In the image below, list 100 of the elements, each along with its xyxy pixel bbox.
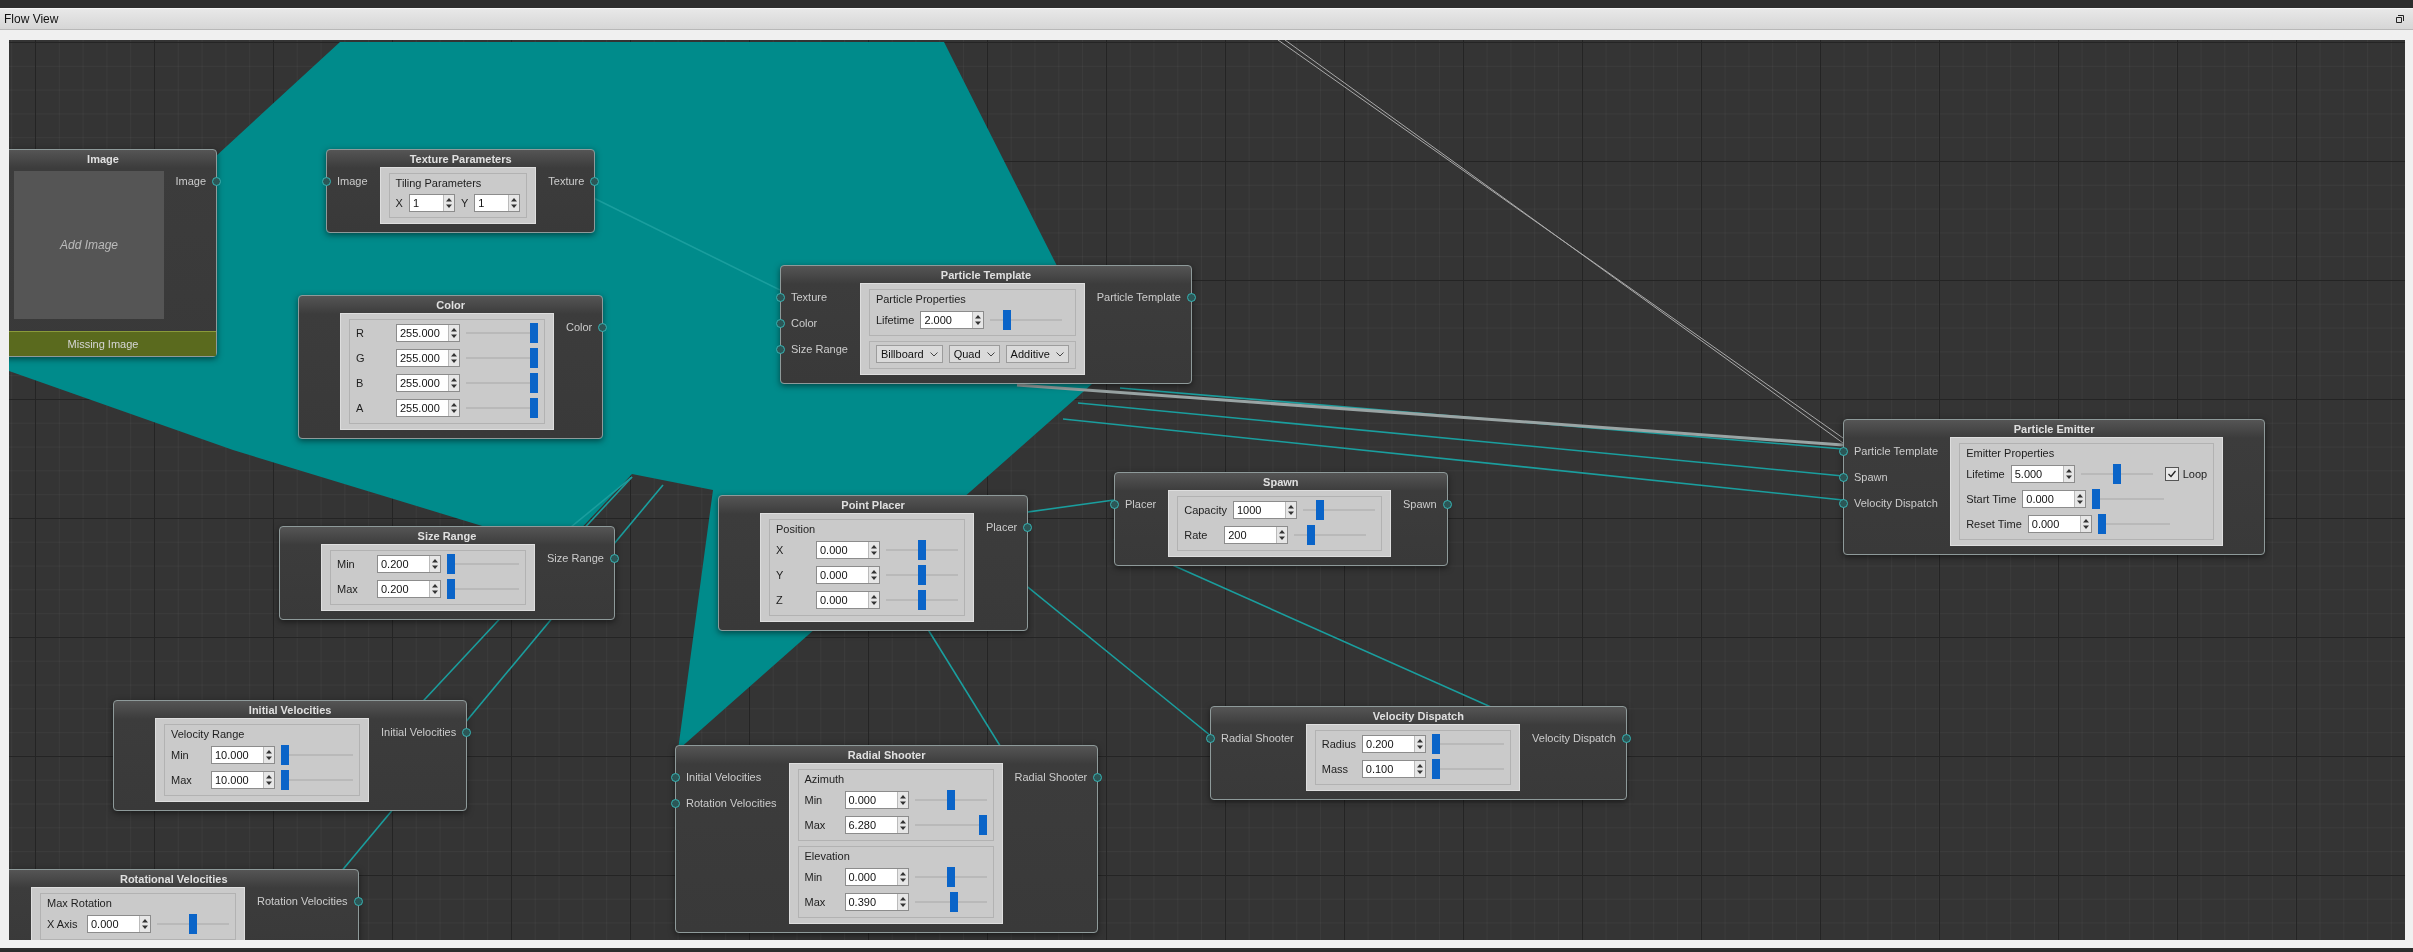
number-field[interactable]: 0.200 bbox=[1362, 735, 1427, 753]
spin-arrows-icon[interactable] bbox=[429, 556, 440, 572]
slider-thumb[interactable] bbox=[530, 348, 538, 368]
spin-arrows-icon[interactable] bbox=[896, 894, 908, 910]
slider-thumb[interactable] bbox=[2097, 514, 2106, 534]
spin-arrows-icon[interactable] bbox=[1276, 527, 1288, 543]
output-port[interactable] bbox=[1621, 733, 1631, 743]
output-port[interactable] bbox=[1023, 522, 1033, 532]
slider-track[interactable] bbox=[1294, 525, 1367, 545]
input-port[interactable] bbox=[776, 344, 785, 354]
number-field[interactable]: 6.280 bbox=[844, 816, 909, 834]
number-field[interactable]: 0.000 bbox=[816, 591, 880, 609]
number-field[interactable]: 1 bbox=[408, 194, 455, 212]
input-port[interactable] bbox=[776, 292, 785, 302]
number-field[interactable]: 255.000 bbox=[396, 349, 460, 367]
slider-thumb[interactable] bbox=[530, 398, 538, 418]
slider-thumb[interactable] bbox=[2092, 489, 2101, 509]
input-port[interactable] bbox=[776, 318, 785, 328]
slider-track[interactable] bbox=[466, 323, 538, 343]
restore-icon[interactable] bbox=[2395, 14, 2405, 24]
slider-track[interactable] bbox=[2092, 489, 2165, 509]
slider-thumb[interactable] bbox=[949, 892, 958, 912]
slider-track[interactable] bbox=[447, 579, 519, 599]
output-port[interactable] bbox=[462, 727, 472, 737]
slider-track[interactable] bbox=[886, 590, 958, 610]
node-card[interactable]: Color R 255.000 G 255.000 B 255.000 A 255.000 Color bbox=[298, 295, 604, 439]
image-drop-area[interactable]: Add Image bbox=[14, 171, 164, 319]
number-field[interactable]: 10.000 bbox=[211, 771, 275, 789]
number-field[interactable]: 0.390 bbox=[844, 893, 909, 911]
spin-arrows-icon[interactable] bbox=[1413, 761, 1425, 777]
spin-arrows-icon[interactable] bbox=[263, 747, 274, 763]
number-field[interactable]: 0.000 bbox=[844, 868, 909, 886]
dropdown[interactable]: Quad bbox=[948, 345, 1000, 363]
number-field[interactable]: 0.100 bbox=[1361, 760, 1426, 778]
output-port[interactable] bbox=[353, 896, 363, 906]
slider-track[interactable] bbox=[157, 914, 229, 934]
dropdown[interactable]: Additive bbox=[1005, 345, 1069, 363]
output-port[interactable] bbox=[212, 176, 221, 186]
number-field[interactable]: 1 bbox=[474, 194, 521, 212]
slider-track[interactable] bbox=[990, 310, 1063, 330]
input-port[interactable] bbox=[1839, 498, 1848, 508]
spin-arrows-icon[interactable] bbox=[2079, 516, 2091, 532]
slider-thumb[interactable] bbox=[1315, 500, 1324, 520]
input-port[interactable] bbox=[1206, 733, 1215, 743]
slider-thumb[interactable] bbox=[530, 373, 538, 393]
input-port[interactable] bbox=[671, 798, 680, 808]
number-field[interactable]: 0.000 bbox=[2022, 490, 2087, 508]
slider-thumb[interactable] bbox=[530, 323, 538, 343]
spin-arrows-icon[interactable] bbox=[1414, 736, 1426, 752]
number-field[interactable]: 0.000 bbox=[844, 791, 909, 809]
spin-arrows-icon[interactable] bbox=[448, 375, 459, 391]
input-port[interactable] bbox=[1110, 499, 1119, 509]
number-field[interactable]: 255.000 bbox=[396, 399, 460, 417]
output-port[interactable] bbox=[590, 176, 600, 186]
spin-arrows-icon[interactable] bbox=[442, 195, 454, 211]
slider-track[interactable] bbox=[1303, 500, 1375, 520]
slider-track[interactable] bbox=[1431, 759, 1504, 779]
slider-thumb[interactable] bbox=[918, 540, 926, 560]
slider-track[interactable] bbox=[914, 867, 987, 887]
checkbox[interactable]: Loop bbox=[2164, 467, 2208, 481]
spin-arrows-icon[interactable] bbox=[263, 772, 274, 788]
slider-track[interactable] bbox=[466, 348, 538, 368]
slider-thumb[interactable] bbox=[978, 815, 987, 835]
slider-thumb[interactable] bbox=[918, 565, 926, 585]
number-field[interactable]: 10.000 bbox=[211, 746, 275, 764]
output-port[interactable] bbox=[1442, 499, 1452, 509]
spin-arrows-icon[interactable] bbox=[139, 916, 150, 932]
spin-arrows-icon[interactable] bbox=[896, 869, 908, 885]
slider-track[interactable] bbox=[914, 892, 987, 912]
spin-arrows-icon[interactable] bbox=[429, 581, 440, 597]
slider-thumb[interactable] bbox=[281, 770, 289, 790]
input-port[interactable] bbox=[1839, 472, 1848, 482]
number-field[interactable]: 0.200 bbox=[377, 580, 441, 598]
input-port[interactable] bbox=[1839, 446, 1848, 456]
slider-track[interactable] bbox=[1432, 734, 1505, 754]
input-port[interactable] bbox=[322, 176, 331, 186]
dropdown[interactable]: Billboard bbox=[875, 345, 943, 363]
spin-arrows-icon[interactable] bbox=[1285, 502, 1296, 518]
number-field[interactable]: 0.000 bbox=[87, 915, 151, 933]
slider-thumb[interactable] bbox=[1307, 525, 1315, 545]
spin-arrows-icon[interactable] bbox=[448, 350, 459, 366]
spin-arrows-icon[interactable] bbox=[508, 195, 520, 211]
output-port[interactable] bbox=[609, 553, 619, 563]
output-port[interactable] bbox=[598, 322, 608, 332]
spin-arrows-icon[interactable] bbox=[972, 312, 984, 328]
spin-arrows-icon[interactable] bbox=[896, 792, 908, 808]
spin-arrows-icon[interactable] bbox=[868, 542, 879, 558]
slider-track[interactable] bbox=[466, 373, 538, 393]
number-field[interactable]: 255.000 bbox=[396, 374, 460, 392]
spin-arrows-icon[interactable] bbox=[448, 400, 459, 416]
slider-thumb[interactable] bbox=[1432, 734, 1441, 754]
spin-arrows-icon[interactable] bbox=[868, 592, 879, 608]
slider-thumb[interactable] bbox=[447, 554, 455, 574]
slider-thumb[interactable] bbox=[946, 867, 955, 887]
slider-thumb[interactable] bbox=[2112, 464, 2121, 484]
number-field[interactable]: 2.000 bbox=[920, 311, 985, 329]
number-field[interactable]: 255.000 bbox=[396, 324, 460, 342]
spin-arrows-icon[interactable] bbox=[896, 817, 908, 833]
slider-track[interactable] bbox=[466, 398, 538, 418]
slider-thumb[interactable] bbox=[918, 590, 926, 610]
